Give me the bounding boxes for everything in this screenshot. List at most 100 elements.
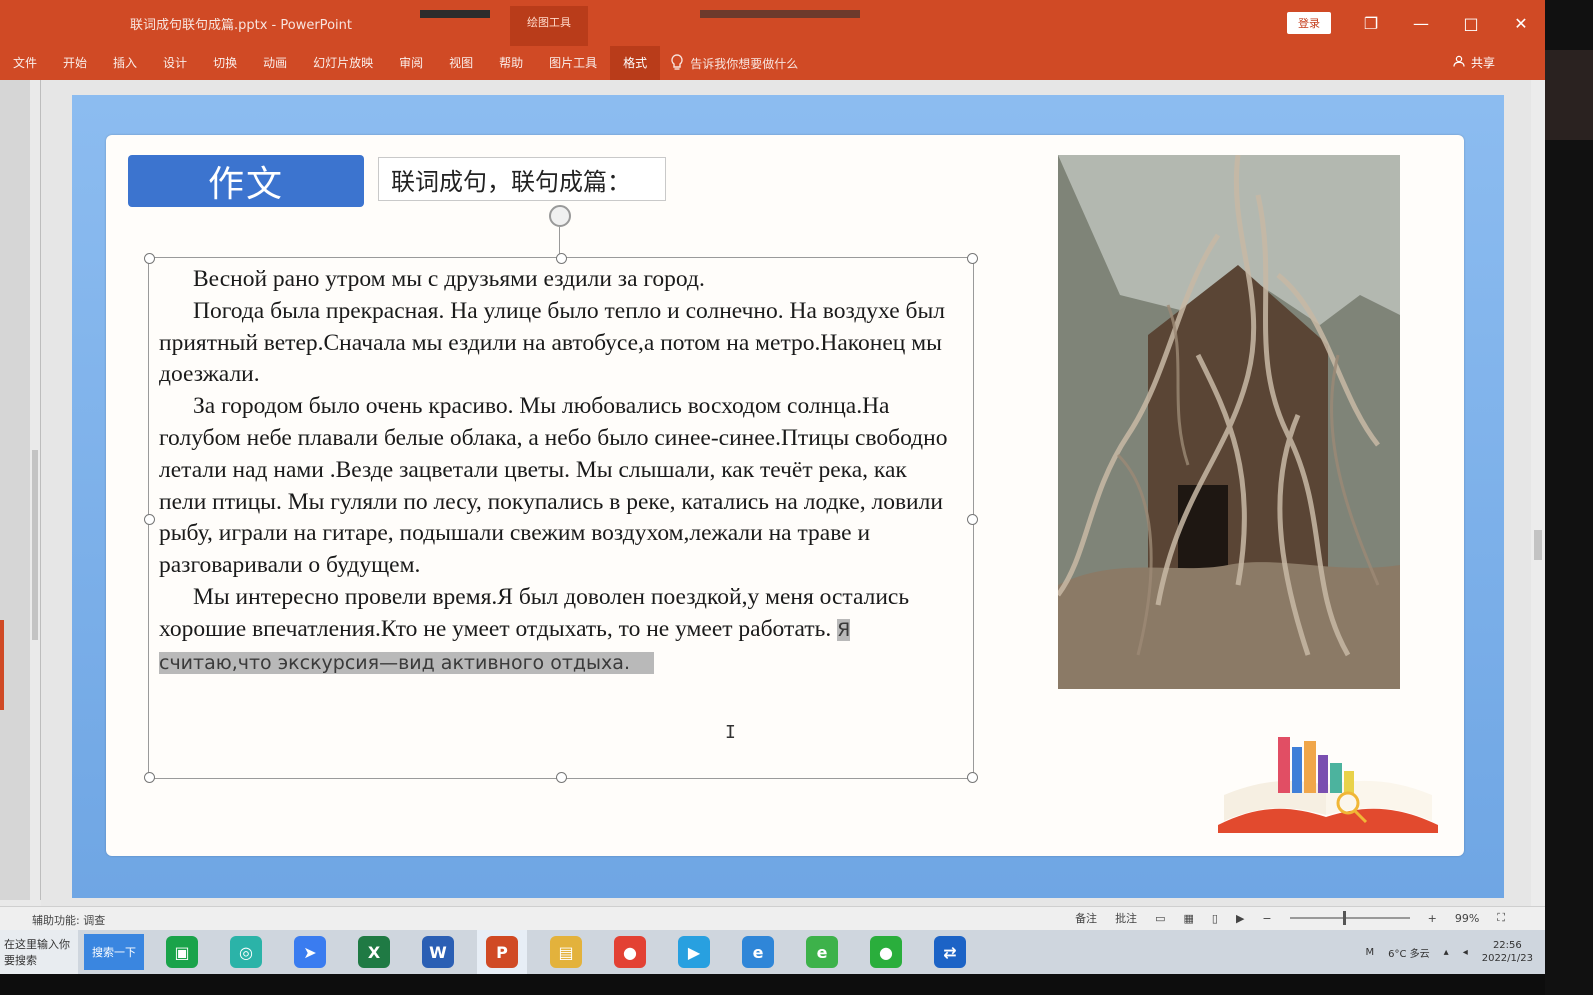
- taskbar-app-powerpoint[interactable]: P: [477, 930, 527, 974]
- browser-360-icon: ◎: [230, 936, 262, 968]
- fit-slide-icon[interactable]: ⛶: [1497, 911, 1505, 925]
- taskbar-app-media-player[interactable]: ▶: [669, 930, 719, 974]
- essay-paragraph: Весной рано утром мы с друзьями ездили з…: [193, 266, 705, 292]
- slide: 作文 联词成句，联句成篇： Весной рано утром мы с дру…: [72, 95, 1504, 898]
- ribbon-tab[interactable]: 格式: [610, 46, 661, 80]
- search-button[interactable]: 搜索一下: [84, 934, 144, 970]
- zoom-slider-knob[interactable]: [1343, 911, 1347, 925]
- ribbon-tabs: 文件 开始 插入 设计 切换 动画 幻灯片放映 审阅 视图 帮助 图片工具 格式 告诉我你想要做什么 …: [0, 46, 1545, 80]
- taskbar-app-ie[interactable]: e: [733, 930, 783, 974]
- ribbon-tab[interactable]: 切换: [200, 46, 250, 80]
- chrome-icon: ●: [614, 936, 646, 968]
- zoom-slider[interactable]: [1289, 911, 1410, 925]
- taskbar-app-teamviewer[interactable]: ⇄: [925, 930, 975, 974]
- resize-handle[interactable]: [967, 253, 978, 264]
- search-hint: 在这里输入你要搜索: [4, 938, 70, 967]
- scrollbar-thumb[interactable]: [32, 450, 38, 640]
- slide-subtitle[interactable]: 联词成句，联句成篇：: [378, 157, 666, 201]
- network-icon[interactable]: ▴: [1444, 947, 1449, 958]
- zoom-percent[interactable]: 99%: [1455, 912, 1479, 925]
- webcam-overlay: [1545, 50, 1593, 140]
- person-icon: [1453, 46, 1465, 80]
- comments-button[interactable]: 批注: [1115, 910, 1137, 926]
- taskbar-app-browser-360[interactable]: ◎: [221, 930, 271, 974]
- ribbon-tab[interactable]: 图片工具: [536, 46, 610, 80]
- taskbar-app-wechat-work[interactable]: ▣: [157, 930, 207, 974]
- edge-icon: e: [806, 936, 838, 968]
- ime-indicator[interactable]: M: [1365, 947, 1374, 958]
- essay-paragraph: За городом было очень красиво. Мы любова…: [159, 393, 948, 579]
- editor-scrollbar[interactable]: [1531, 80, 1545, 910]
- clock-time: 22:56: [1492, 940, 1522, 951]
- text-cursor-icon: I: [725, 722, 736, 743]
- clock[interactable]: 22:56 2022/1/23: [1482, 939, 1533, 965]
- tree-temple-photo[interactable]: [1058, 155, 1400, 689]
- taskbar-app-chrome[interactable]: ●: [605, 930, 655, 974]
- lightbulb-icon: [670, 53, 684, 73]
- slideshow-icon[interactable]: ▶: [1236, 912, 1244, 925]
- ribbon-tab[interactable]: 动画: [250, 46, 300, 80]
- contextual-tab-group: 绘图工具: [510, 6, 588, 46]
- taskbar-app-edge[interactable]: e: [797, 930, 847, 974]
- close-icon[interactable]: ✕: [1497, 8, 1545, 38]
- title-bar: 联词成句联句成篇.pptx - PowerPoint 绘图工具 登录 ❐ — □…: [0, 0, 1545, 46]
- teamviewer-icon: ⇄: [934, 936, 966, 968]
- normal-view-icon[interactable]: ▭: [1155, 912, 1165, 925]
- tell-me-box[interactable]: 告诉我你想要做什么: [670, 53, 799, 73]
- ie-icon: e: [742, 936, 774, 968]
- slide-heading[interactable]: 作文: [128, 155, 364, 207]
- ribbon-tab[interactable]: 设计: [150, 46, 200, 80]
- ribbon-tab[interactable]: 幻灯片放映: [300, 46, 386, 80]
- rotate-handle-icon[interactable]: [549, 205, 571, 227]
- scrollbar-thumb[interactable]: [1534, 530, 1542, 560]
- volume-icon[interactable]: ◂: [1463, 947, 1468, 958]
- taskbar-app-wechat[interactable]: ●: [861, 930, 911, 974]
- resize-handle[interactable]: [144, 253, 155, 264]
- zoom-out-icon[interactable]: −: [1262, 912, 1271, 925]
- ribbon-tab[interactable]: 开始: [50, 46, 100, 80]
- taskbar-app-excel[interactable]: X: [349, 930, 399, 974]
- resize-handle[interactable]: [967, 514, 978, 525]
- windows-taskbar: 在这里输入你要搜索 搜索一下 ▣ ◎ ➤ X W P ▤ ● ▶ e e ● ⇄ M 6°C 多云 ▴ …: [0, 930, 1545, 974]
- minimize-icon[interactable]: —: [1397, 8, 1445, 38]
- sign-in-button[interactable]: 登录: [1287, 12, 1331, 34]
- share-button[interactable]: 共享: [1453, 46, 1495, 80]
- thumbnails-scrollbar[interactable]: [30, 80, 40, 900]
- file-explorer-icon: ▤: [550, 936, 582, 968]
- resize-handle[interactable]: [556, 253, 567, 264]
- feishu-icon: ➤: [294, 936, 326, 968]
- ribbon-tab[interactable]: 帮助: [486, 46, 536, 80]
- zoom-in-icon[interactable]: +: [1428, 912, 1437, 925]
- tell-me-text: 告诉我你想要做什么: [690, 56, 799, 71]
- resize-handle[interactable]: [967, 772, 978, 783]
- weather-widget[interactable]: 6°C 多云: [1388, 945, 1430, 960]
- notes-button[interactable]: 备注: [1075, 910, 1097, 926]
- resize-handle[interactable]: [556, 772, 567, 783]
- ribbon-tab[interactable]: 视图: [436, 46, 486, 80]
- ribbon-tab[interactable]: 插入: [100, 46, 150, 80]
- wechat-work-icon: ▣: [166, 936, 198, 968]
- media-player-icon: ▶: [678, 936, 710, 968]
- taskbar-app-word[interactable]: W: [413, 930, 463, 974]
- status-bar: 辅助功能: 调查 备注 批注 ▭ ▦ ▯ ▶ − + 99% ⛶: [0, 906, 1545, 931]
- clock-date: 2022/1/23: [1481, 953, 1533, 964]
- taskbar-search-box[interactable]: 在这里输入你要搜索: [0, 930, 78, 974]
- excel-icon: X: [358, 936, 390, 968]
- ribbon-tab[interactable]: 审阅: [386, 46, 436, 80]
- taskbar-app-feishu[interactable]: ➤: [285, 930, 335, 974]
- window-controls: 登录 ❐ — □ ✕: [1287, 8, 1545, 38]
- resize-handle[interactable]: [144, 772, 155, 783]
- resize-handle[interactable]: [144, 514, 155, 525]
- taskbar-apps: ▣ ◎ ➤ X W P ▤ ● ▶ e e ● ⇄: [150, 930, 982, 974]
- reading-view-icon[interactable]: ▯: [1212, 912, 1218, 925]
- title-bar-blur: [420, 10, 490, 18]
- essay-body[interactable]: Весной рано утром мы с друзьями ездили з…: [159, 264, 959, 679]
- essay-text-box[interactable]: Весной рано утром мы с друзьями ездили з…: [144, 253, 978, 783]
- accessibility-status[interactable]: 辅助功能: 调查: [32, 912, 105, 928]
- ribbon-tab[interactable]: 文件: [0, 46, 50, 80]
- maximize-icon[interactable]: □: [1447, 8, 1495, 38]
- taskbar-app-file-explorer[interactable]: ▤: [541, 930, 591, 974]
- slide-sorter-icon[interactable]: ▦: [1183, 912, 1193, 925]
- screen-bezel: [0, 974, 1545, 995]
- ribbon-display-options-icon[interactable]: ❐: [1347, 8, 1395, 38]
